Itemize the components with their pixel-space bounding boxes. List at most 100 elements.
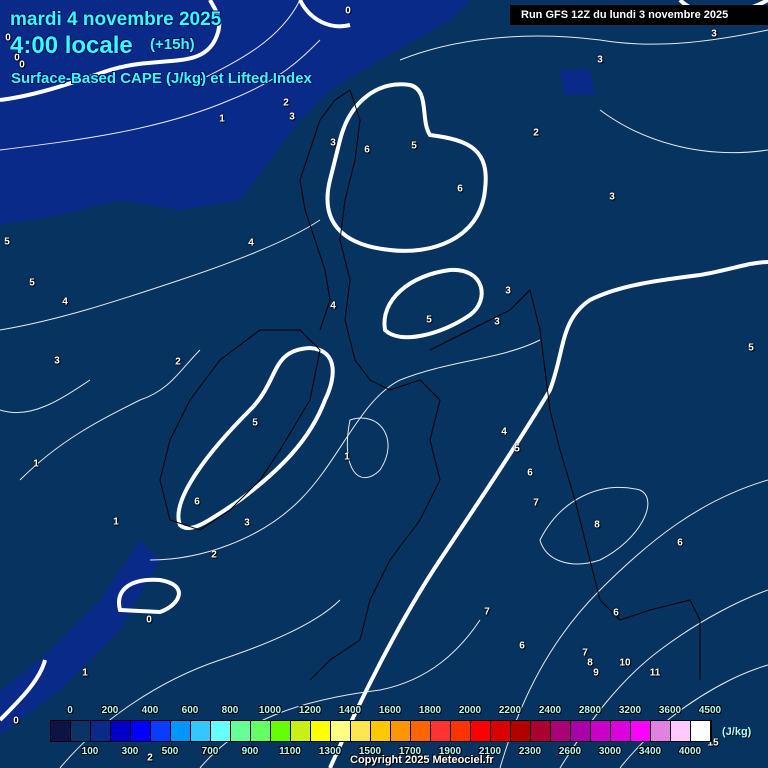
legend-swatch (611, 721, 631, 741)
contour-label: 2 (175, 356, 181, 368)
legend-bottom-label: 3400 (638, 746, 662, 757)
legend-bottom-label: 300 (121, 746, 139, 757)
legend-top-label: 600 (181, 705, 199, 716)
contour-label: 3 (244, 517, 250, 529)
legend-bottom-label: 2600 (558, 746, 582, 757)
contour-label: 2 (211, 549, 217, 561)
legend-bottom-label: 500 (161, 746, 179, 757)
legend-top-label: 1000 (258, 705, 282, 716)
contour-label: 4 (62, 296, 68, 308)
legend-top-label: 2400 (538, 705, 562, 716)
legend-swatch (171, 721, 191, 741)
legend-bottom-label: 700 (201, 746, 219, 757)
legend-top-label: 400 (141, 705, 159, 716)
contour-label: 3 (609, 191, 615, 203)
legend-swatch (291, 721, 311, 741)
contour-label: 1 (344, 451, 350, 463)
contour-label: 5 (514, 443, 520, 455)
contour-label: 0 (146, 614, 152, 626)
contour-label: 2 (147, 752, 153, 764)
contour-label: 0 (19, 59, 25, 71)
contour-label: 9 (593, 667, 599, 679)
contour-label: 4 (330, 300, 336, 312)
contour-label: 0 (345, 5, 351, 17)
contour-label: 4 (248, 237, 254, 249)
legend-swatch (451, 721, 471, 741)
legend-swatch (591, 721, 611, 741)
legend-swatch (191, 721, 211, 741)
contour-label: 7 (533, 497, 539, 509)
legend-top-label: 1400 (338, 705, 362, 716)
legend-swatch (311, 721, 331, 741)
legend-bottom-label: 3000 (598, 746, 622, 757)
contour-label: 6 (527, 467, 533, 479)
contour-label: 6 (194, 496, 200, 508)
contour-label: 3 (494, 316, 500, 328)
contour-label: 5 (252, 417, 258, 429)
legend-swatch (431, 721, 451, 741)
legend-bottom-label: 1300 (318, 746, 342, 757)
legend-bottom-label: 4000 (678, 746, 702, 757)
legend-swatch (411, 721, 431, 741)
contour-label: 5 (411, 140, 417, 152)
contour-label: 3 (54, 355, 60, 367)
legend-swatch (251, 721, 271, 741)
legend-swatch (471, 721, 491, 741)
legend-swatch (331, 721, 351, 741)
forecast-date: mardi 4 novembre 2025 (10, 9, 222, 30)
legend-swatch (111, 721, 131, 741)
contour-label: 6 (613, 607, 619, 619)
legend-swatch (71, 721, 91, 741)
contour-label: 2 (533, 127, 539, 139)
legend-top-label: 1200 (298, 705, 322, 716)
contour-label: 1 (33, 458, 39, 470)
legend-bottom-label: 900 (241, 746, 259, 757)
legend-swatch (571, 721, 591, 741)
legend-swatch (631, 721, 651, 741)
legend-top-label: 2000 (458, 705, 482, 716)
legend-swatch (91, 721, 111, 741)
contour-label: 5 (748, 342, 754, 354)
legend-swatch (211, 721, 231, 741)
contour-label: 6 (364, 144, 370, 156)
legend-swatch (671, 721, 691, 741)
model-run-banner: Run GFS 12Z du lundi 3 novembre 2025 (510, 5, 768, 25)
legend-bottom-label: 100 (81, 746, 99, 757)
contour-label: 5 (426, 314, 432, 326)
copyright: Copyright 2025 Meteociel.fr (350, 754, 494, 766)
legend-top-label: 0 (67, 705, 73, 716)
contour-label: 3 (597, 54, 603, 66)
contour-label: 10 (619, 657, 631, 669)
contour-label: 6 (677, 537, 683, 549)
contour-label: 8 (594, 519, 600, 531)
low-cape-shading (0, 0, 595, 735)
contour-label: 11 (649, 667, 661, 679)
legend-swatch (351, 721, 371, 741)
legend-swatch (51, 721, 71, 741)
legend-top-label: 3200 (618, 705, 642, 716)
cape-map-canvas (0, 0, 768, 768)
legend-bottom-label: 1100 (279, 746, 301, 757)
legend-unit: (J/kg) (722, 726, 752, 738)
contour-label: 5 (4, 236, 10, 248)
legend-top-label: 1800 (418, 705, 442, 716)
legend-swatch (551, 721, 571, 741)
legend-top-label: 2200 (498, 705, 522, 716)
legend-top-label: 800 (221, 705, 239, 716)
legend-top-label: 4500 (698, 705, 722, 716)
color-legend (50, 720, 712, 742)
legend-swatch (151, 721, 171, 741)
legend-swatch (271, 721, 291, 741)
contour-label: 3 (330, 137, 336, 149)
contour-label: 1 (113, 516, 119, 528)
weather-map: 0000231365623334554433553251456716318260… (0, 0, 768, 768)
legend-swatch (371, 721, 391, 741)
legend-top-label: 2800 (578, 705, 602, 716)
contour-label: 0 (13, 715, 19, 727)
contour-label: 7 (484, 606, 490, 618)
contour-label: 4 (501, 426, 507, 438)
legend-bottom-label: 2300 (518, 746, 542, 757)
legend-swatch (391, 721, 411, 741)
legend-swatch (231, 721, 251, 741)
contour-label: 3 (289, 111, 295, 123)
